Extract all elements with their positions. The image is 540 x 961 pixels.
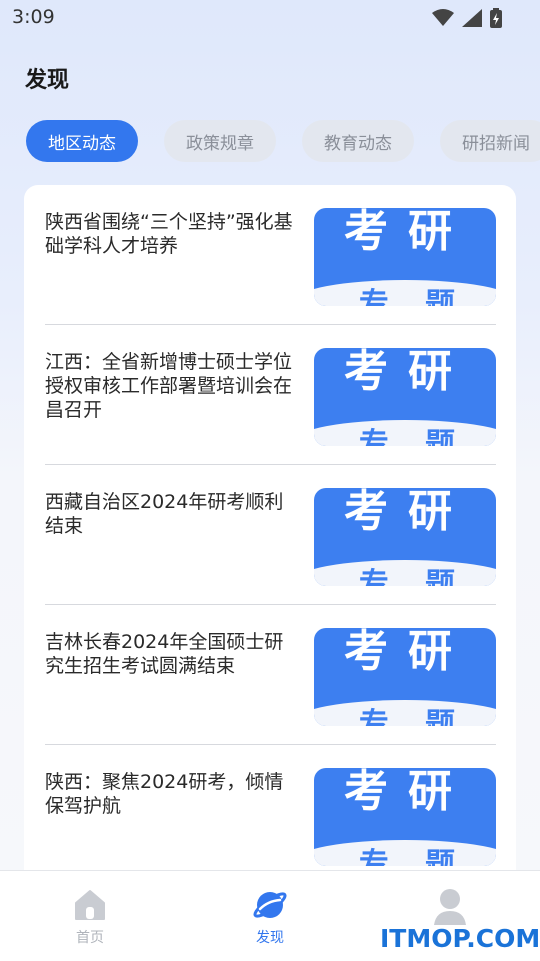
planet-icon xyxy=(253,892,287,918)
tab-policy[interactable]: 政策规章 xyxy=(164,120,276,162)
home-icon xyxy=(75,890,105,920)
news-item[interactable]: 陕西省围绕“三个坚持”强化基础学科人才培养 考研 专题 xyxy=(45,185,496,325)
wifi-icon xyxy=(432,9,454,26)
news-thumbnail: 考研 专题 xyxy=(314,488,496,586)
nav-discover-label: 发现 xyxy=(256,930,284,946)
news-item[interactable]: 陕西：聚焦2024研考，倾情保驾护航 考研 专题 xyxy=(45,745,496,884)
thumbnail-text: 考研 xyxy=(344,208,472,257)
tab-admission-news[interactable]: 研招新闻 xyxy=(440,120,540,162)
category-tabs: 地区动态 政策规章 教育动态 研招新闻 xyxy=(26,120,540,162)
news-title: 陕西省围绕“三个坚持”强化基础学科人才培养 xyxy=(45,211,293,257)
news-thumbnail: 考研 专题 xyxy=(314,628,496,726)
nav-discover[interactable]: 发现 xyxy=(220,887,320,947)
signal-icon xyxy=(462,9,482,27)
news-title: 陕西：聚焦2024研考，倾情保驾护航 xyxy=(45,771,284,817)
thumbnail-subtext: 专题 xyxy=(359,427,491,447)
news-thumbnail: 考研 专题 xyxy=(314,768,496,866)
status-icons xyxy=(432,8,502,28)
news-title: 江西：全省新增博士硕士学位授权审核工作部署暨培训会在昌召开 xyxy=(45,351,293,421)
tab-education-news[interactable]: 教育动态 xyxy=(302,120,414,162)
thumbnail-subtext: 专题 xyxy=(359,707,491,727)
news-thumbnail: 考研 专题 xyxy=(314,208,496,306)
news-item[interactable]: 西藏自治区2024年研考顺利结束 考研 专题 xyxy=(45,465,496,605)
thumbnail-text: 考研 xyxy=(344,488,472,537)
status-time: 3:09 xyxy=(12,6,55,28)
thumbnail-text: 考研 xyxy=(344,768,472,817)
tab-regional-news[interactable]: 地区动态 xyxy=(26,120,138,162)
thumbnail-text: 考研 xyxy=(344,348,472,397)
thumbnail-subtext: 专题 xyxy=(359,567,491,587)
thumbnail-subtext: 专题 xyxy=(359,287,491,307)
news-item[interactable]: 江西：全省新增博士硕士学位授权审核工作部署暨培训会在昌召开 考研 专题 xyxy=(45,325,496,465)
profile-icon xyxy=(434,889,466,925)
watermark: ITMOP.COM xyxy=(380,924,540,953)
news-title: 吉林长春2024年全国硕士研究生招生考试圆满结束 xyxy=(45,631,284,677)
thumbnail-text: 考研 xyxy=(344,628,472,677)
nav-home-label: 首页 xyxy=(76,930,104,946)
news-item[interactable]: 吉林长春2024年全国硕士研究生招生考试圆满结束 考研 专题 xyxy=(45,605,496,745)
thumbnail-subtext: 专题 xyxy=(359,847,491,867)
news-list: 陕西省围绕“三个坚持”强化基础学科人才培养 考研 专题 江西：全省新增博士硕士学… xyxy=(45,185,496,884)
news-title: 西藏自治区2024年研考顺利结束 xyxy=(45,491,284,537)
nav-home[interactable]: 首页 xyxy=(40,887,140,947)
status-bar: 3:09 xyxy=(0,0,540,36)
news-thumbnail: 考研 专题 xyxy=(314,348,496,446)
page-title: 发现 xyxy=(25,68,70,93)
battery-icon xyxy=(490,8,502,28)
